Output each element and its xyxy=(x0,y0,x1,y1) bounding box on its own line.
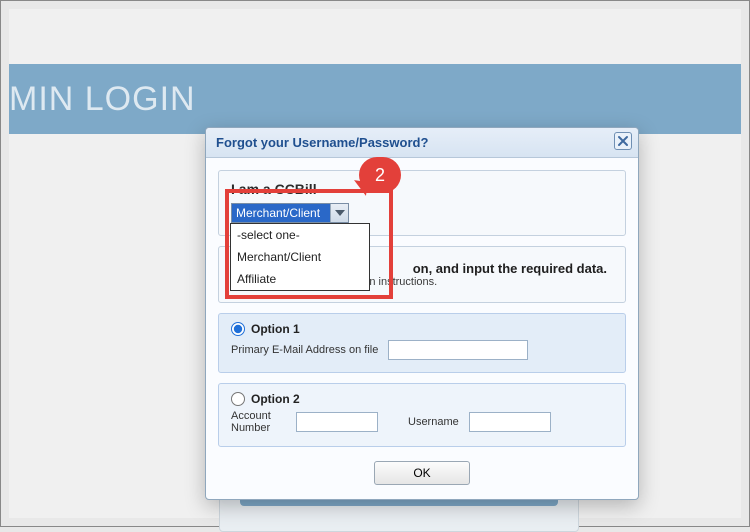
option2-label: Option 2 xyxy=(251,392,300,406)
forgot-password-dialog: Forgot your Username/Password? I am a CC… xyxy=(205,127,639,500)
role-option[interactable]: Affiliate xyxy=(231,268,369,290)
page-banner: MIN LOGIN xyxy=(9,64,741,134)
role-option[interactable]: -select one- xyxy=(231,224,369,246)
username-input[interactable] xyxy=(469,412,551,432)
option1-field-label: Primary E-Mail Address on file xyxy=(231,344,378,356)
close-button[interactable] xyxy=(614,132,632,150)
annotation-callout-number: 2 xyxy=(375,165,385,186)
username-label: Username xyxy=(408,416,459,428)
role-option[interactable]: Merchant/Client xyxy=(231,246,369,268)
option1-group: Option 1 Primary E-Mail Address on file xyxy=(218,313,626,373)
option1-radio[interactable] xyxy=(231,322,245,336)
page-background: MIN LOGIN Forget your username / passwor… xyxy=(9,9,741,518)
role-dropdown-display[interactable]: Merchant/Client xyxy=(231,203,349,223)
role-heading: I am a CCBill xyxy=(231,181,613,197)
annotation-callout-bubble: 2 xyxy=(359,157,401,193)
primary-email-input[interactable] xyxy=(388,340,528,360)
role-dropdown[interactable]: Merchant/Client -select one- Merchant/Cl… xyxy=(231,203,349,223)
option1-label: Option 1 xyxy=(251,322,300,336)
chevron-down-icon xyxy=(330,204,348,222)
account-number-label: Account Number xyxy=(231,410,286,434)
dialog-title: Forgot your Username/Password? xyxy=(216,135,428,150)
option2-radio[interactable] xyxy=(231,392,245,406)
banner-title: MIN LOGIN xyxy=(9,80,196,118)
role-group: I am a CCBill Merchant/Client -select on… xyxy=(218,170,626,236)
option2-group: Option 2 Account Number Username xyxy=(218,383,626,447)
ok-button[interactable]: OK xyxy=(374,461,470,485)
dialog-body: I am a CCBill Merchant/Client -select on… xyxy=(206,158,638,499)
role-dropdown-selected: Merchant/Client xyxy=(232,204,330,222)
close-icon xyxy=(615,133,631,149)
annotation-callout: 2 xyxy=(359,157,401,193)
role-dropdown-menu: -select one- Merchant/Client Affiliate xyxy=(230,223,370,291)
dialog-title-bar: Forgot your Username/Password? xyxy=(206,128,638,158)
account-number-input[interactable] xyxy=(296,412,378,432)
